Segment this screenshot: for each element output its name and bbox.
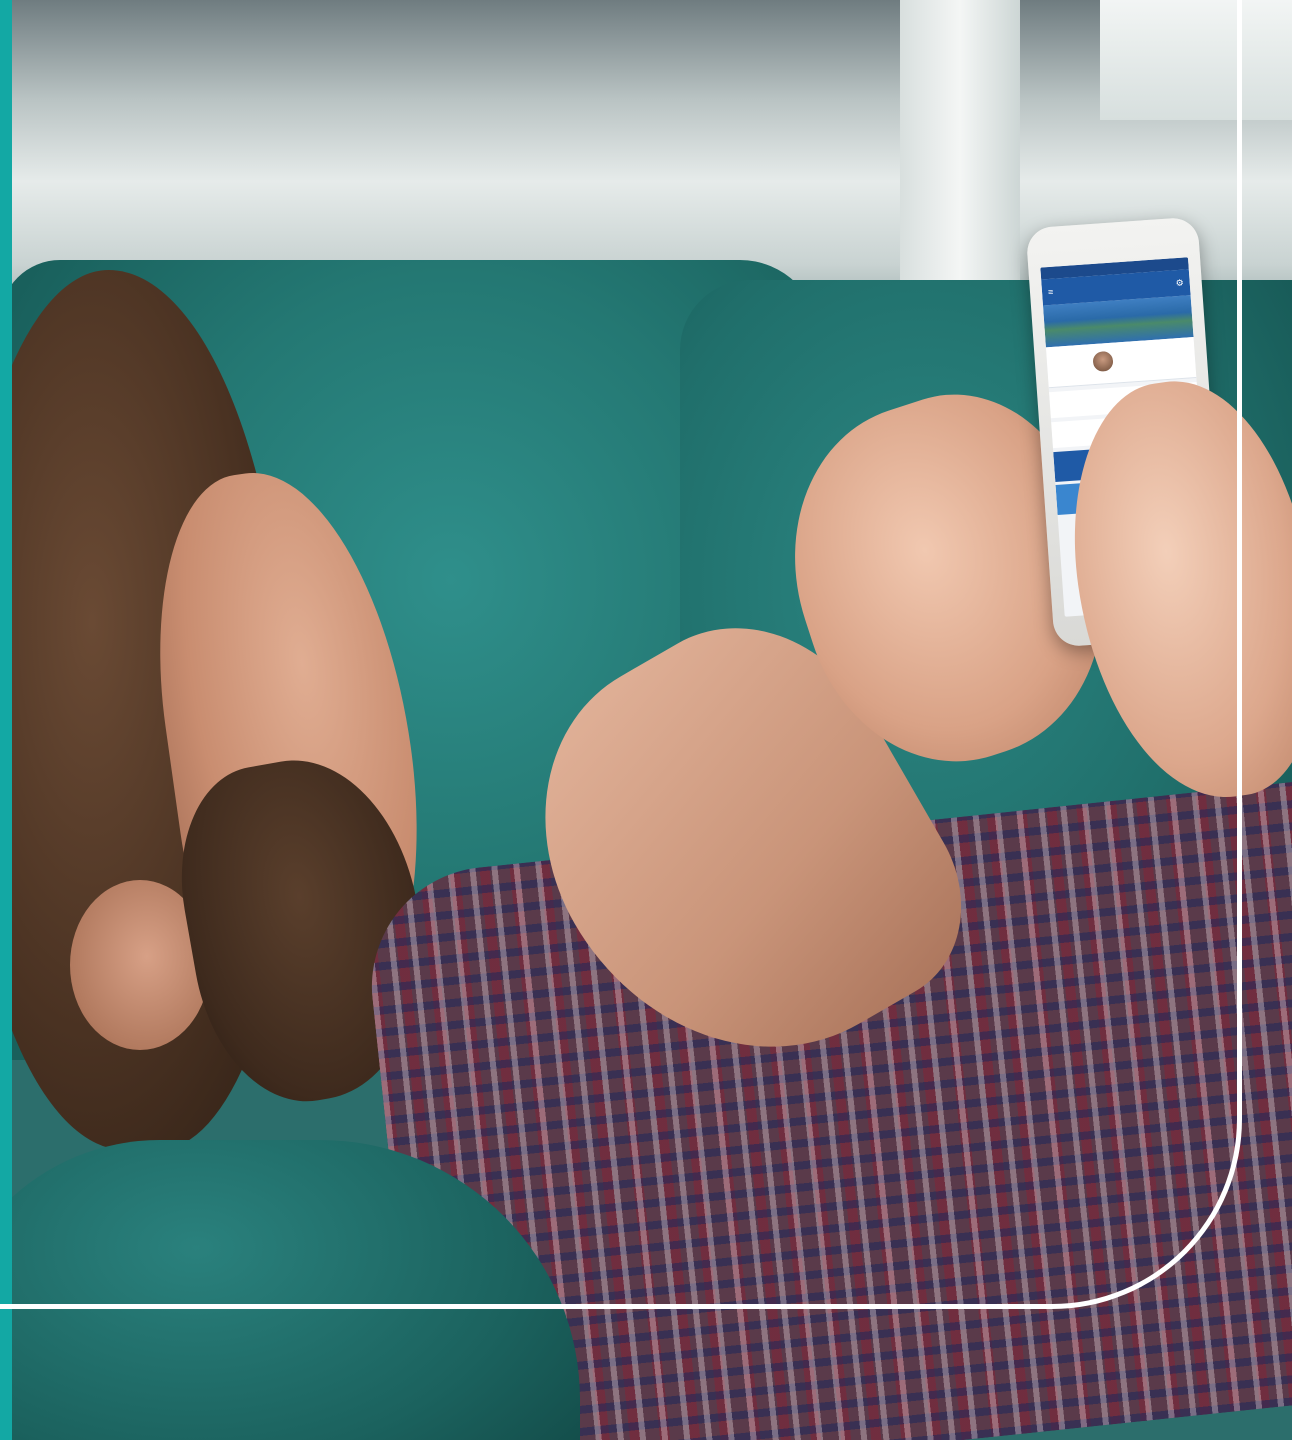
white-frame-line bbox=[0, 0, 1242, 1309]
